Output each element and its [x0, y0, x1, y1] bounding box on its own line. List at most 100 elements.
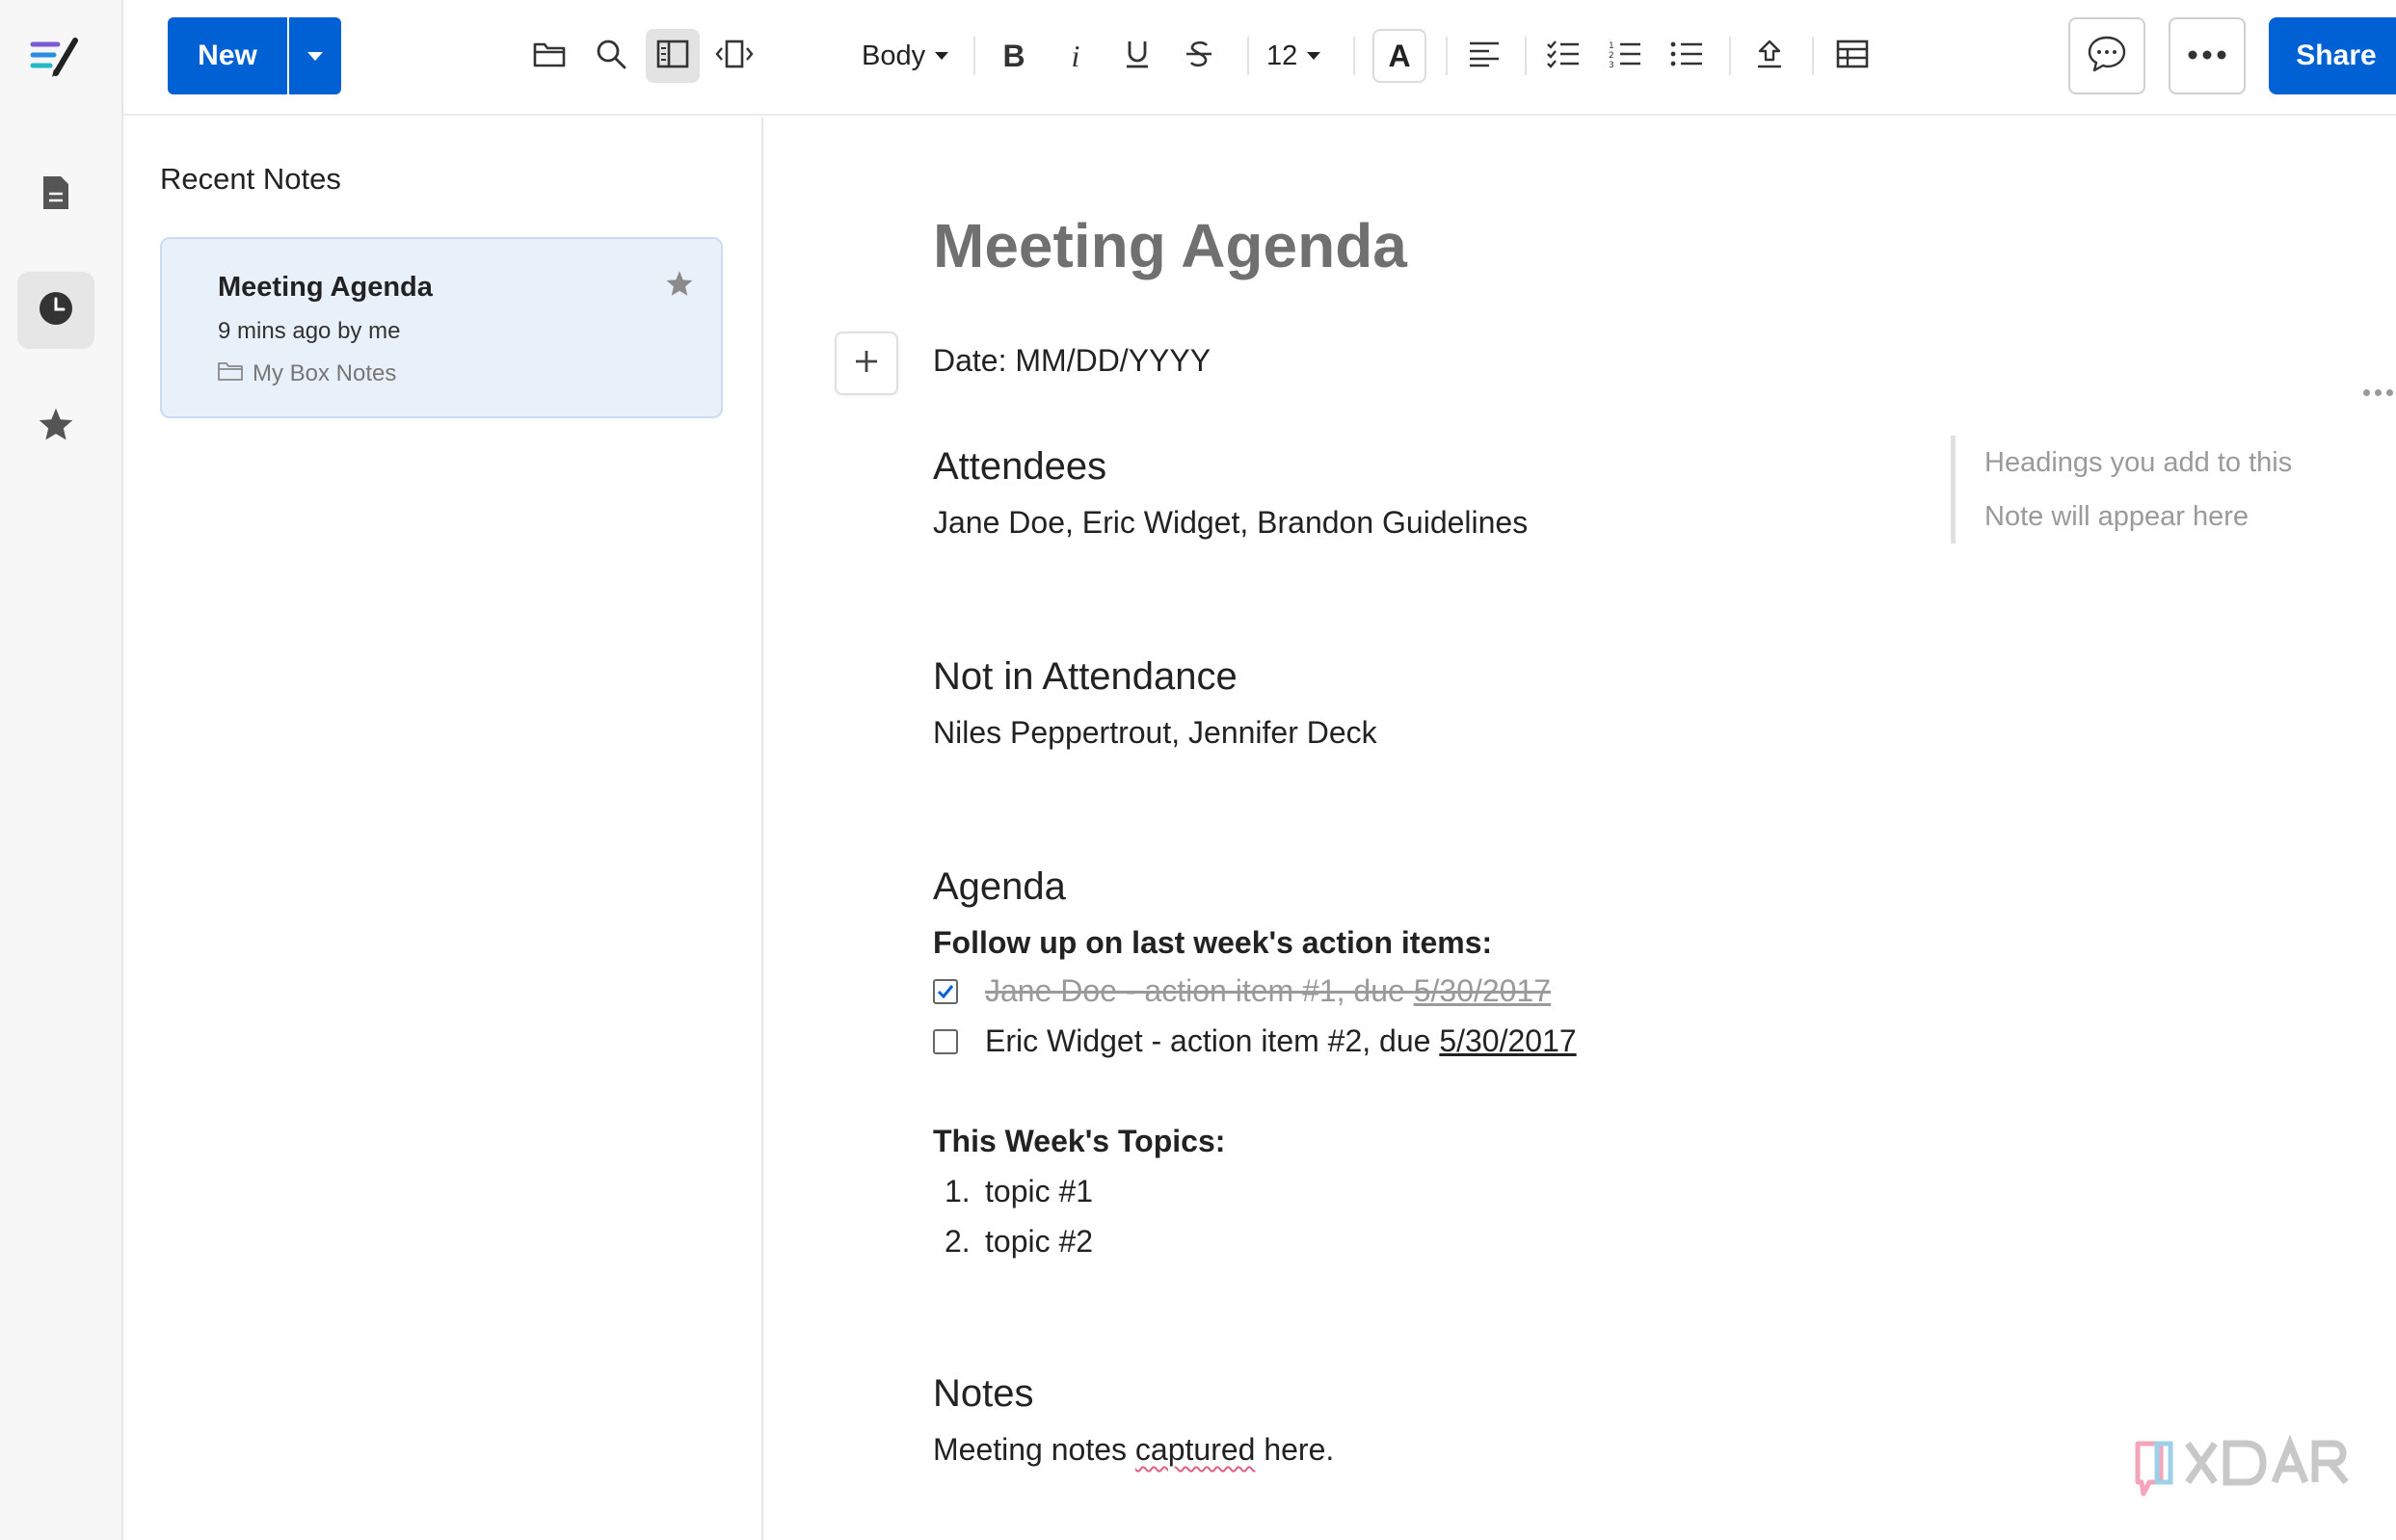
app-logo-icon[interactable]: [29, 35, 81, 79]
recents-nav-button[interactable]: [17, 272, 94, 349]
toolbar-divider: [973, 37, 975, 75]
bold-icon: B: [1002, 38, 1025, 73]
favorite-star-button[interactable]: [665, 270, 694, 302]
note-card-meta: 9 mins ago by me: [218, 318, 401, 344]
recent-notes-panel: Recent Notes Meeting Agenda 9 mins ago b…: [123, 118, 763, 1540]
page-title[interactable]: Meeting Agenda: [933, 210, 1407, 281]
outline-placeholder-line: Note will appear here: [1984, 501, 2250, 532]
toolbar-divider: [1812, 37, 1814, 75]
list-item[interactable]: 1. topic #1: [945, 1174, 1093, 1209]
browse-folders-button[interactable]: [522, 29, 576, 83]
more-icon: [2188, 47, 2226, 65]
text-style-dropdown[interactable]: Body: [862, 29, 949, 83]
absent-text[interactable]: Niles Peppertrout, Jennifer Deck: [933, 715, 1377, 751]
list-item[interactable]: 2. topic #2: [945, 1224, 1093, 1260]
note-editor: Meeting Agenda Date: MM/DD/YYYY Attendee…: [765, 118, 2396, 1540]
topics-label[interactable]: This Week's Topics:: [933, 1124, 1225, 1159]
heading-outline: Headings you add to this Note will appea…: [1951, 436, 2336, 544]
document-icon: [41, 174, 70, 216]
note-card-folder[interactable]: My Box Notes: [218, 360, 396, 387]
absent-heading[interactable]: Not in Attendance: [933, 655, 1238, 699]
plus-icon: [853, 348, 880, 380]
list-item-text: topic #2: [985, 1224, 1094, 1259]
date-line[interactable]: Date: MM/DD/YYYY: [933, 343, 1211, 379]
folder-icon: [218, 360, 243, 387]
note-card[interactable]: Meeting Agenda 9 mins ago by me My Box N…: [160, 237, 723, 418]
svg-text:1: 1: [1609, 41, 1614, 51]
chevron-down-icon: [307, 51, 323, 61]
notes-text[interactable]: Meeting notes captured here.: [933, 1432, 1334, 1468]
task-text[interactable]: Eric Widget - action item #2, due 5/30/2…: [985, 1023, 1577, 1059]
favorites-nav-button[interactable]: [17, 387, 94, 465]
add-block-button[interactable]: [835, 332, 898, 395]
insert-table-button[interactable]: [1825, 29, 1879, 83]
strikethrough-button[interactable]: [1172, 29, 1226, 83]
toolbar-divider: [1525, 37, 1527, 75]
note-card-folder-label: My Box Notes: [253, 360, 397, 386]
list-number: 1.: [945, 1174, 971, 1208]
task-text[interactable]: Jane Doe - action item #1, due 5/30/2017: [985, 973, 1551, 1009]
align-left-icon: [1468, 40, 1501, 72]
attendees-text[interactable]: Jane Doe, Eric Widget, Brandon Guideline…: [933, 505, 1528, 541]
italic-icon: i: [1071, 38, 1080, 73]
toggle-sidebar-button[interactable]: [646, 29, 700, 83]
task-checkbox-checked[interactable]: [933, 978, 958, 1004]
followup-label[interactable]: Follow up on last week's action items:: [933, 925, 1492, 961]
new-options-button[interactable]: [289, 17, 341, 94]
outline-placeholder-line: Headings you add to this: [1984, 447, 2293, 478]
numbered-list-icon: 123: [1608, 40, 1642, 73]
panel-title: Recent Notes: [160, 162, 341, 196]
outline-more-icon[interactable]: [2363, 389, 2393, 396]
list-item-text: topic #1: [985, 1174, 1094, 1208]
upload-button[interactable]: [1743, 29, 1797, 83]
watermark-logo: [2132, 1430, 2363, 1507]
star-icon: [665, 271, 694, 301]
width-toggle-icon: [715, 39, 754, 74]
checklist-icon: [1546, 40, 1581, 73]
task-item: Eric Widget - action item #2, due 5/30/2…: [933, 1023, 1577, 1059]
folder-icon: [533, 40, 566, 72]
comments-button[interactable]: [2068, 17, 2145, 94]
upload-icon: [1755, 39, 1784, 74]
task-due-date[interactable]: 5/30/2017: [1414, 973, 1551, 1008]
task-checkbox[interactable]: [933, 1028, 958, 1054]
text-color-icon: A: [1388, 38, 1411, 73]
chevron-down-icon: [1307, 52, 1321, 60]
page-width-button[interactable]: [707, 29, 761, 83]
attendees-heading[interactable]: Attendees: [933, 445, 1106, 489]
list-number: 2.: [945, 1224, 971, 1259]
toolbar-divider: [1247, 37, 1249, 75]
sidebar-panel-icon: [656, 40, 689, 73]
bullet-list-icon: [1669, 40, 1704, 73]
agenda-heading[interactable]: Agenda: [933, 865, 1066, 909]
share-button[interactable]: Share: [2269, 17, 2396, 94]
align-button[interactable]: [1457, 29, 1511, 83]
left-rail: [0, 0, 123, 1540]
task-item: Jane Doe - action item #1, due 5/30/2017: [933, 973, 1551, 1009]
toolbar-divider: [1729, 37, 1731, 75]
top-toolbar: New Body B i 12 A 1 2 3: [123, 0, 2396, 116]
numbered-list-button[interactable]: 123: [1598, 29, 1652, 83]
search-button[interactable]: [584, 29, 638, 83]
documents-nav-button[interactable]: [17, 156, 94, 233]
more-options-button[interactable]: [2169, 17, 2246, 94]
italic-button[interactable]: i: [1049, 29, 1103, 83]
font-size-label: 12: [1266, 40, 1298, 71]
bullet-list-button[interactable]: [1660, 29, 1714, 83]
new-button[interactable]: New: [168, 17, 287, 94]
notes-heading[interactable]: Notes: [933, 1372, 1034, 1416]
note-card-title: Meeting Agenda: [218, 272, 433, 303]
comment-icon: [2087, 35, 2127, 78]
table-icon: [1836, 40, 1869, 73]
underline-button[interactable]: [1110, 29, 1164, 83]
text-color-button[interactable]: A: [1372, 29, 1426, 83]
bold-button[interactable]: B: [987, 29, 1041, 83]
text-style-label: Body: [862, 40, 926, 71]
star-icon: [38, 407, 74, 446]
task-due-date[interactable]: 5/30/2017: [1439, 1023, 1576, 1058]
checklist-button[interactable]: [1536, 29, 1590, 83]
font-size-dropdown[interactable]: 12: [1266, 29, 1321, 83]
toolbar-divider: [1353, 37, 1355, 75]
misspelled-word[interactable]: captured: [1135, 1432, 1256, 1467]
clock-icon: [38, 290, 74, 332]
